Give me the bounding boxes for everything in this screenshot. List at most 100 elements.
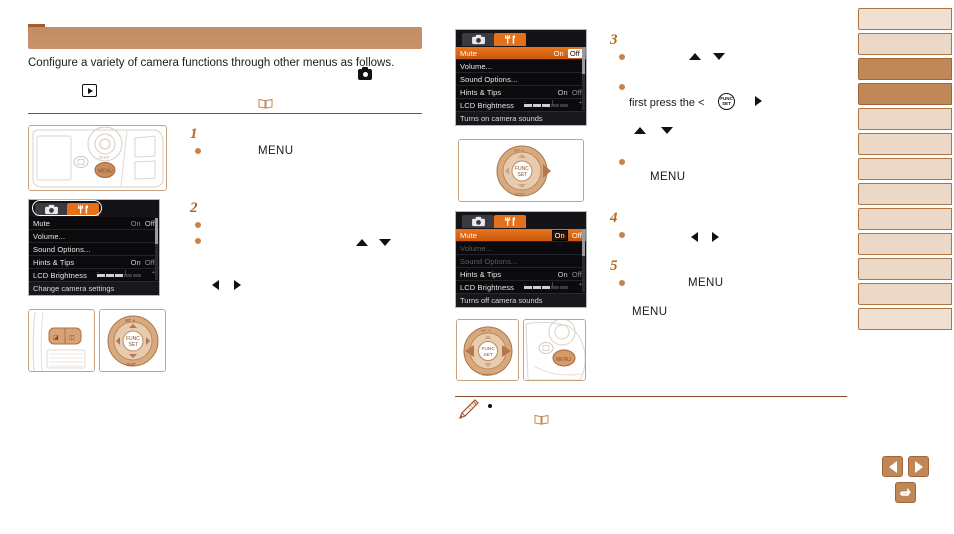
svg-text:MENU: MENU <box>98 169 113 175</box>
menu-footer-hint: Change camera settings <box>29 281 159 295</box>
menu-row-label: Sound Options... <box>460 256 518 266</box>
sidebar-tab-9[interactable] <box>858 208 952 230</box>
arrow-right-icon <box>755 96 762 106</box>
option-on[interactable]: On <box>131 258 141 267</box>
option-off[interactable]: Off <box>572 88 582 97</box>
svg-text:DISP: DISP <box>126 362 136 367</box>
menu-row-sound-options[interactable]: Sound Options... <box>456 73 586 86</box>
step-1-bullet <box>195 148 201 154</box>
sidebar-tab-11[interactable] <box>858 258 952 280</box>
menu-row-label: LCD Brightness <box>460 100 514 110</box>
menu-row-label: Hints & Tips <box>460 269 502 279</box>
menu-row-sound-options: Sound Options... <box>456 255 586 268</box>
step-3-number: 3 <box>610 32 618 48</box>
reference-book-icon <box>534 414 549 425</box>
sidebar-tab-4[interactable] <box>858 83 952 105</box>
shooting-mode-icon <box>358 66 372 80</box>
menu-row-options: On Off <box>558 88 582 97</box>
arrow-left-icon <box>212 280 219 290</box>
svg-text:FUNC: FUNC <box>482 346 496 352</box>
chevron-right-icon <box>914 460 923 473</box>
func-set-button-icon: FUNC SET <box>718 93 735 110</box>
control-dial-left-right-illustration: FUNC SET MF ✳ DISP <box>456 319 519 381</box>
menu-scrollbar[interactable] <box>582 48 585 110</box>
lcd-brightness-slider[interactable]: - | + <box>524 100 582 107</box>
lcd-brightness-slider[interactable]: - | + <box>524 282 582 289</box>
menu-row-options: On Off <box>551 229 582 241</box>
option-on[interactable]: On <box>554 49 564 58</box>
option-on[interactable]: On <box>551 229 568 241</box>
menu-row-options: On Off <box>554 48 582 58</box>
arrow-right-icon <box>234 280 241 290</box>
option-on[interactable]: On <box>558 270 568 279</box>
menu-tab-shooting[interactable] <box>462 214 494 228</box>
sidebar-tab-7[interactable] <box>858 158 952 180</box>
menu-row-options: On Off <box>131 258 155 267</box>
return-button[interactable] <box>895 482 916 503</box>
step-4-bullet <box>619 232 625 238</box>
pencil-note-icon <box>458 398 480 420</box>
camera-control-dial-illustration: FUNC SET MF ✳ DISP <box>99 309 166 372</box>
menu-tab-settings[interactable] <box>67 202 99 216</box>
sidebar-tab-6[interactable] <box>858 133 952 155</box>
menu-tab-settings[interactable] <box>494 32 526 46</box>
arrow-up-icon <box>689 53 701 60</box>
svg-text:MF ✳: MF ✳ <box>514 148 525 153</box>
previous-page-button[interactable] <box>882 456 903 477</box>
menu-tab-shooting[interactable] <box>35 202 67 216</box>
sidebar-tab-10[interactable] <box>858 233 952 255</box>
menu-row-mute[interactable]: Mute On Off <box>456 47 586 60</box>
sidebar-tab-2[interactable] <box>858 33 952 55</box>
svg-text:MF ✳: MF ✳ <box>125 318 136 323</box>
menu-item-list: Mute On Off Volume... Sound Options... H… <box>456 229 586 294</box>
option-off[interactable]: Off <box>572 270 582 279</box>
option-off[interactable]: Off <box>572 231 582 240</box>
option-off[interactable]: Off <box>567 48 582 58</box>
option-off[interactable]: Off <box>145 258 155 267</box>
menu-row-sound-options[interactable]: Sound Options... <box>29 243 159 256</box>
step-1-number: 1 <box>190 126 198 142</box>
option-off[interactable]: Off <box>145 219 155 228</box>
camera-menu-screen-mute-on: Mute On Off Volume... Sound Options... H… <box>455 211 587 308</box>
menu-row-label: Volume... <box>460 243 493 253</box>
arrow-up-icon <box>356 239 368 246</box>
menu-scrollbar[interactable] <box>155 218 158 280</box>
sidebar-tab-12[interactable] <box>858 283 952 305</box>
menu-tab-shooting[interactable] <box>462 32 494 46</box>
sidebar-tab-8[interactable] <box>858 183 952 205</box>
camera-back-menu-button-illustration: DISP MENU <box>28 125 167 191</box>
control-dial-right-arrow-illustration: FUNC SET MF ✳ DISP <box>458 139 584 202</box>
menu-row-hints-tips[interactable]: Hints & Tips On Off <box>456 268 586 281</box>
menu-tab-settings[interactable] <box>494 214 526 228</box>
lcd-brightness-slider[interactable]: - | + <box>97 270 155 277</box>
menu-row-options: On Off <box>558 270 582 279</box>
menu-row-volume[interactable]: Volume... <box>29 230 159 243</box>
note-bullet <box>488 404 492 408</box>
svg-text:DISP: DISP <box>99 155 110 160</box>
sidebar-tab-13[interactable] <box>858 308 952 330</box>
menu-row-label: Mute <box>460 230 478 240</box>
reference-book-icon <box>258 98 273 109</box>
menu-button-label: MENU <box>650 171 686 183</box>
menu-row-hints-tips[interactable]: Hints & Tips On Off <box>456 86 586 99</box>
sidebar-tab-5[interactable] <box>858 108 952 130</box>
svg-text:MF ✳: MF ✳ <box>481 328 492 333</box>
sidebar-tab-1[interactable] <box>858 8 952 30</box>
option-on[interactable]: On <box>131 219 141 228</box>
next-page-button[interactable] <box>908 456 929 477</box>
camera-menu-button-closeup-illustration: MENU <box>523 319 586 381</box>
menu-row-volume[interactable]: Volume... <box>456 60 586 73</box>
menu-row-options: On Off <box>131 219 155 228</box>
menu-row-label: Mute <box>33 218 51 228</box>
menu-scrollbar[interactable] <box>582 230 585 292</box>
menu-row-label: LCD Brightness <box>33 270 87 280</box>
svg-text:SET: SET <box>518 172 528 178</box>
step-5-number: 5 <box>610 258 618 274</box>
sidebar-tab-3[interactable] <box>858 58 952 80</box>
menu-row-label: Mute <box>460 48 478 58</box>
menu-row-hints-tips[interactable]: Hints & Tips On Off <box>29 256 159 269</box>
option-on[interactable]: On <box>558 88 568 97</box>
menu-row-mute[interactable]: Mute On Off <box>456 229 586 242</box>
arrow-up-icon <box>634 127 646 134</box>
menu-row-mute[interactable]: Mute On Off <box>29 217 159 230</box>
